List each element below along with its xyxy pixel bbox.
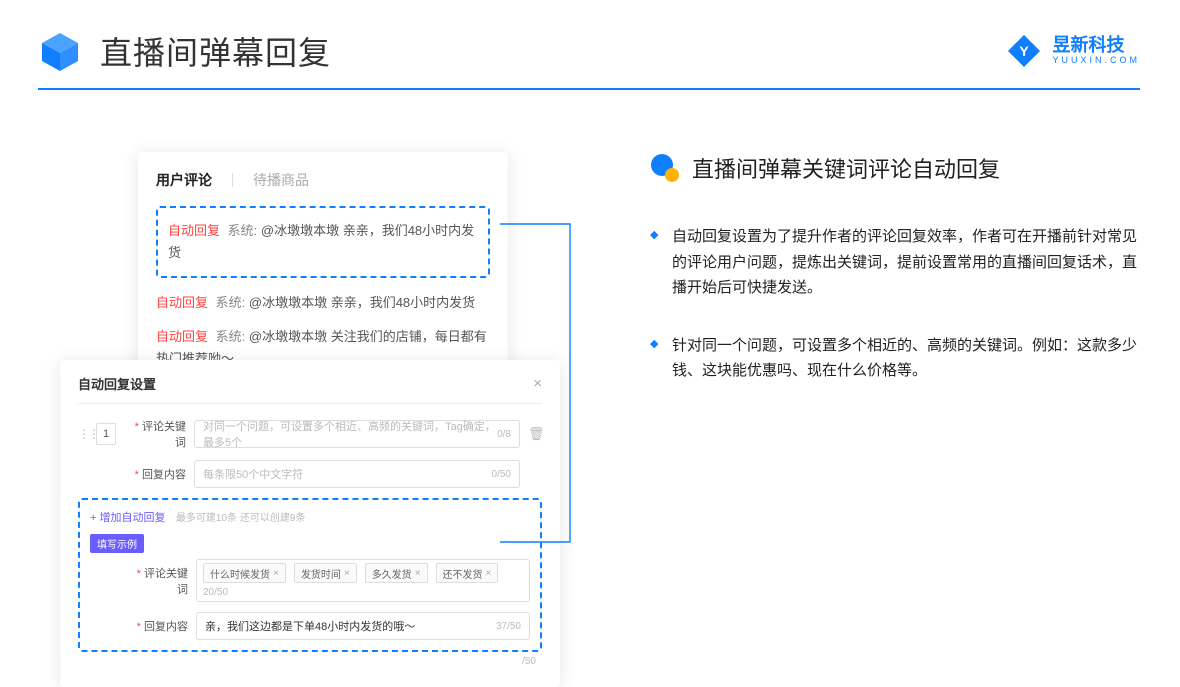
cube-icon: [38, 29, 82, 73]
tag-chip[interactable]: 还不发货×: [436, 563, 499, 583]
reply-label: 回复内容: [124, 466, 186, 482]
left-mockups: 用户评论 待播商品 自动回复 系统: @冰墩墩本墩 亲亲，我们48小时内发货 自…: [60, 152, 580, 622]
header: 直播间弹幕回复 Y 昱新科技 YUUXIN.COM: [0, 0, 1180, 74]
add-auto-reply-link[interactable]: + 增加自动回复: [90, 512, 165, 524]
sample-keyword-label: 评论关键词: [126, 565, 188, 597]
svg-text:Y: Y: [1020, 43, 1030, 59]
tag-chip[interactable]: 什么时候发货×: [203, 563, 286, 583]
right-column: 直播间弹幕关键词评论自动回复 自动回复设置为了提升作者的评论回复效率，作者可在开…: [580, 152, 1140, 622]
index-box: 1: [96, 423, 116, 445]
outer-count: /50: [78, 652, 542, 667]
brand-icon: Y: [1006, 33, 1042, 69]
trash-icon[interactable]: 🗑: [528, 426, 542, 442]
page-title: 直播间弹幕回复: [100, 28, 331, 74]
add-help: 最多可建10条 还可以创建9条: [176, 513, 305, 524]
bullet-item: 针对同一个问题，可设置多个相近的、高频的关键词。例如：这款多少钱、这块能优惠吗、…: [650, 333, 1140, 384]
sample-pill: 填写示例: [90, 534, 144, 553]
brand-name: 昱新科技: [1052, 36, 1140, 56]
chat-bubble-icon: [650, 153, 680, 183]
close-icon[interactable]: ×: [533, 375, 542, 392]
sample-keyword-input[interactable]: 什么时候发货× 发货时间× 多久发货× 还不发货× 20/50: [196, 559, 530, 602]
keyword-input[interactable]: 对同一个问题，可设置多个相近、高频的关键词，Tag确定，最多5个 0/8: [194, 420, 520, 448]
sample-reply-input[interactable]: 亲，我们这边都是下单48小时内发货的哦～ 37/50: [196, 612, 530, 640]
comment-item: 自动回复 系统: @冰墩墩本墩 亲亲，我们48小时内发货: [156, 288, 490, 318]
settings-title: 自动回复设置: [78, 374, 156, 393]
system-label: 系统:: [228, 223, 258, 238]
reply-input[interactable]: 每条限50个中文字符 0/50: [194, 460, 520, 488]
highlighted-auto-reply: 自动回复 系统: @冰墩墩本墩 亲亲，我们48小时内发货: [156, 206, 490, 278]
sample-box: + 增加自动回复 最多可建10条 还可以创建9条 填写示例 评论关键词 什么时候…: [78, 498, 542, 652]
tag-chip[interactable]: 多久发货×: [365, 563, 428, 583]
comments-card: 用户评论 待播商品 自动回复 系统: @冰墩墩本墩 亲亲，我们48小时内发货 自…: [138, 152, 508, 392]
sample-reply-label: 回复内容: [126, 618, 188, 634]
settings-card: 自动回复设置 × ⋮⋮ 1 评论关键词 对同一个问题，可设置多个相近、高频的关键…: [60, 360, 560, 687]
tag-chip[interactable]: 发货时间×: [294, 563, 357, 583]
bullet-item: 自动回复设置为了提升作者的评论回复效率，作者可在开播前针对常见的评论用户问题，提…: [650, 224, 1140, 301]
auto-reply-tag: 自动回复: [168, 223, 220, 238]
section-title: 直播间弹幕关键词评论自动回复: [692, 152, 1000, 184]
drag-icon[interactable]: ⋮⋮: [78, 427, 88, 441]
tabs: 用户评论 待播商品: [156, 170, 490, 190]
tab-user-comments[interactable]: 用户评论: [156, 170, 212, 190]
tab-pending-goods[interactable]: 待播商品: [253, 170, 309, 190]
keyword-label: 评论关键词: [124, 418, 186, 450]
brand-url: YUUXIN.COM: [1052, 56, 1140, 66]
tab-sep: [232, 173, 233, 187]
brand: Y 昱新科技 YUUXIN.COM: [1006, 33, 1140, 69]
